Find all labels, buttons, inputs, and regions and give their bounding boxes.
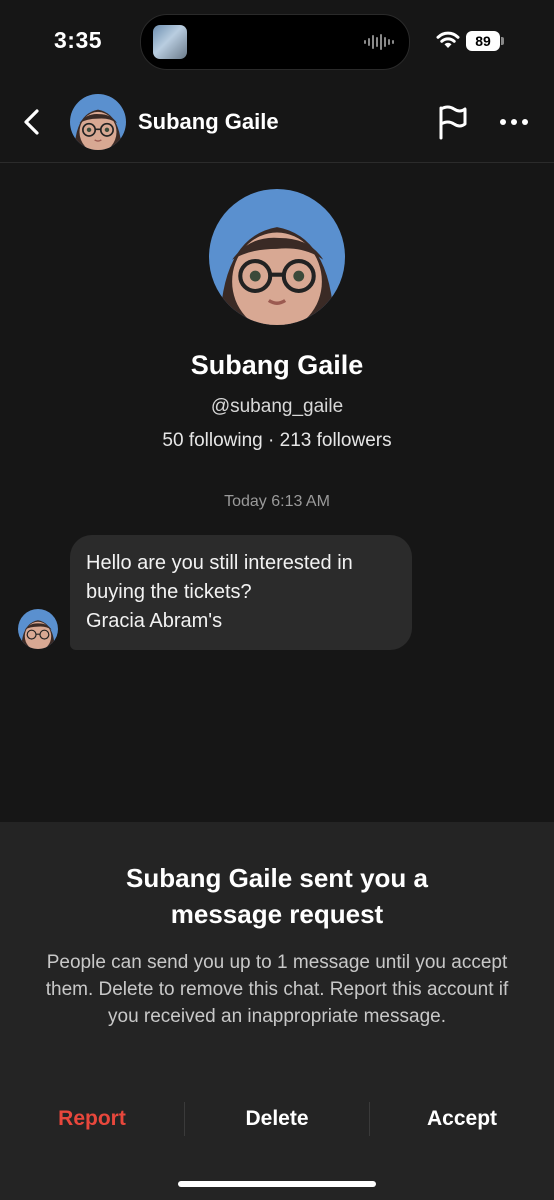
dynamic-island[interactable]: [140, 14, 410, 70]
profile-handle: @subang_gaile: [210, 396, 344, 417]
message-line: Gracia Abram's: [86, 610, 223, 632]
battery-tip: [501, 37, 504, 45]
battery-icon: 89: [466, 31, 500, 51]
request-title-line: message request: [170, 899, 384, 929]
profile-stats[interactable]: 50 following · 213 followers: [0, 430, 554, 452]
wifi-icon: [436, 31, 460, 48]
message-request-sheet: Subang Gaile sent you a message request …: [0, 822, 554, 1200]
home-indicator[interactable]: [178, 1181, 376, 1187]
message-timestamp: Today 6:13 AM: [224, 493, 330, 510]
avatar-portrait: [18, 609, 58, 649]
accept-button[interactable]: Accept: [370, 1102, 554, 1136]
header-avatar[interactable]: [70, 94, 126, 150]
message-line: buying the tickets?: [86, 581, 252, 603]
message-line: Hello are you still interested in: [86, 552, 353, 574]
status-time: 3:35: [54, 27, 103, 53]
sender-avatar[interactable]: [18, 609, 58, 649]
now-playing-thumbnail: [153, 25, 187, 59]
message-bubble[interactable]: Hello are you still interested in buying…: [70, 535, 412, 650]
request-actions: Report Delete Accept: [0, 1102, 554, 1136]
avatar-portrait: [70, 94, 126, 150]
profile-avatar[interactable]: [209, 189, 345, 325]
report-button[interactable]: Report: [0, 1102, 184, 1136]
status-bar: 3:35 89: [0, 0, 554, 84]
request-description: People can send you up to 1 message unti…: [45, 952, 509, 1027]
profile-name[interactable]: Subang Gaile: [0, 350, 554, 381]
flag-icon[interactable]: [436, 104, 468, 140]
audio-wave-icon: [364, 34, 394, 50]
avatar-portrait: [209, 189, 345, 325]
more-icon[interactable]: [496, 110, 532, 134]
header-name[interactable]: Subang Gaile: [138, 109, 279, 135]
delete-button[interactable]: Delete: [185, 1102, 369, 1136]
request-title: Subang Gaile sent you a message request: [60, 860, 494, 932]
request-title-line: Subang Gaile sent you a: [126, 863, 428, 893]
back-chevron-icon[interactable]: [18, 106, 46, 138]
chat-header: Subang Gaile: [0, 84, 554, 163]
